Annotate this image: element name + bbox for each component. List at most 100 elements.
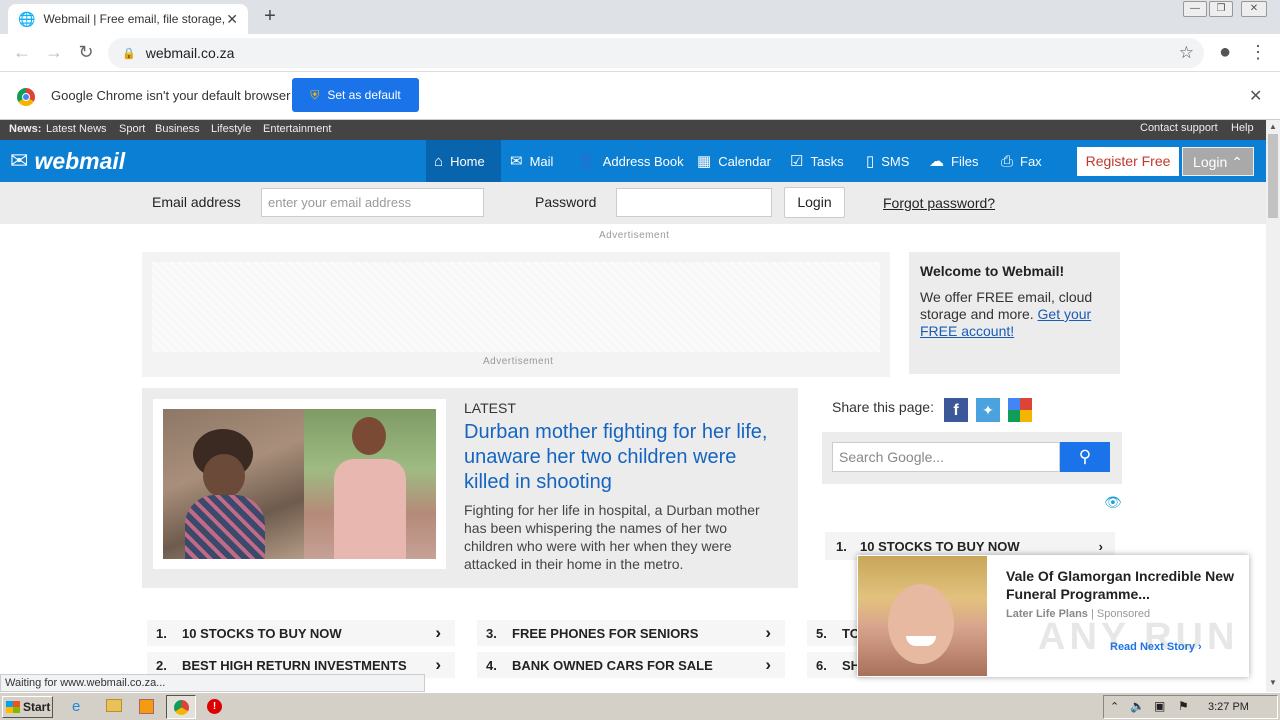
contact-support-link[interactable]: Contact support: [1140, 122, 1218, 134]
article-headline[interactable]: Durban mother fighting for her life, una…: [464, 420, 786, 495]
back-icon[interactable]: ←: [12, 42, 32, 62]
child-photo-right: [304, 409, 436, 559]
news-link-lifestyle[interactable]: Lifestyle: [211, 123, 251, 135]
nav-files[interactable]: ☁ Files: [929, 140, 978, 182]
register-free-button[interactable]: Register Free: [1077, 147, 1179, 176]
news-link-latest[interactable]: Latest News: [46, 123, 107, 135]
flag-icon[interactable]: ⚑: [1178, 699, 1189, 713]
page-scrollbar[interactable]: ▲ ▼: [1266, 120, 1280, 692]
list-number: 1.: [836, 538, 847, 554]
address-bar-row: ← → ↻ 🔒 webmail.co.za ☆ ● ⋮: [0, 34, 1280, 72]
search-button[interactable]: ⚲: [1060, 442, 1110, 472]
list-item[interactable]: 3. FREE PHONES FOR SENIORS ›: [477, 620, 785, 646]
chrome-taskbar-button[interactable]: [166, 695, 196, 719]
omnibox[interactable]: 🔒 webmail.co.za ☆: [108, 38, 1204, 68]
nav-sms[interactable]: ▯ SMS: [866, 140, 909, 182]
main-nav: ✉ webmail ⌂ Home ✉ Mail 👤 Address Book ▦ Cal…: [0, 140, 1266, 182]
list-text: 10 STOCKS TO BUY NOW: [860, 538, 1020, 554]
welcome-box: Welcome to Webmail! We offer FREE email,…: [909, 252, 1120, 374]
ad-banner-label: Advertisement: [483, 356, 554, 367]
tab-bar: 🌐 Webmail | Free email, file storage, s …: [0, 0, 1280, 34]
latest-article: LATEST Durban mother fighting for her li…: [142, 388, 798, 588]
default-browser-infobar: Google Chrome isn't your default browser…: [0, 72, 1280, 120]
media-player-icon[interactable]: [139, 699, 154, 714]
system-tray: ⌃ 🔈 ▣ ⚑ 3:27 PM: [1103, 695, 1278, 719]
password-input[interactable]: [616, 188, 772, 217]
paper-plane-icon: ✉: [10, 148, 29, 173]
twitter-icon[interactable]: ✦: [976, 398, 1000, 422]
restore-button[interactable]: ❐: [1209, 1, 1233, 17]
login-row: Email address enter your email address P…: [0, 182, 1266, 224]
search-icon: ⚲: [1078, 447, 1092, 466]
chevron-up-icon: ⌃: [1231, 154, 1243, 170]
menu-icon[interactable]: ⋮: [1248, 42, 1268, 62]
profile-icon[interactable]: ●: [1215, 42, 1235, 62]
nav-calendar[interactable]: ▦ Calendar: [697, 140, 771, 182]
scroll-up-icon[interactable]: ▲: [1269, 122, 1277, 131]
welcome-text-block: We offer FREE email, cloud storage and m…: [920, 289, 1109, 340]
folder-icon[interactable]: [106, 699, 122, 712]
reload-icon[interactable]: ↻: [76, 42, 96, 62]
clock[interactable]: 3:27 PM: [1208, 701, 1249, 713]
logo-text: webmail: [34, 147, 126, 174]
chevron-right-icon: ›: [765, 655, 771, 674]
ie-icon[interactable]: e: [72, 698, 80, 715]
nav-home-label: Home: [450, 153, 485, 169]
help-link[interactable]: Help: [1231, 122, 1254, 134]
news-link-entertainment[interactable]: Entertainment: [263, 123, 331, 135]
set-default-button[interactable]: ⛨ Set as default: [292, 78, 419, 112]
volume-icon[interactable]: 🔈: [1130, 699, 1145, 713]
list-item[interactable]: 1. 10 STOCKS TO BUY NOW ›: [147, 620, 455, 646]
forgot-password-link[interactable]: Forgot password?: [883, 195, 995, 211]
scroll-thumb[interactable]: [1268, 134, 1278, 218]
scroll-down-icon[interactable]: ▼: [1269, 678, 1277, 687]
article-image[interactable]: [153, 399, 446, 569]
minimize-button[interactable]: —: [1183, 1, 1207, 17]
tray-expand-icon[interactable]: ⌃: [1110, 700, 1119, 713]
search-input[interactable]: Search Google...: [832, 442, 1060, 472]
phone-icon: ▯: [866, 153, 875, 170]
calendar-icon: ▦: [697, 153, 712, 170]
nav-mail[interactable]: ✉ Mail: [510, 140, 553, 182]
welcome-title: Welcome to Webmail!: [920, 263, 1065, 279]
list-text: BEST HIGH RETURN INVESTMENTS: [182, 657, 407, 673]
webmail-logo[interactable]: ✉ webmail: [10, 147, 125, 175]
nav-mail-label: Mail: [529, 153, 554, 169]
login-toggle-label: Login: [1193, 154, 1228, 170]
adchoices-icon[interactable]: 👁: [1104, 494, 1122, 511]
chevron-right-icon: ›: [1098, 538, 1103, 554]
nav-home[interactable]: ⌂ Home: [426, 140, 501, 182]
list-number: 1.: [156, 625, 167, 641]
nav-tasks[interactable]: ☑ Tasks: [790, 140, 844, 182]
home-icon: ⌂: [434, 152, 444, 170]
chevron-right-icon: ›: [435, 655, 441, 674]
news-link-business[interactable]: Business: [155, 123, 200, 135]
close-window-button[interactable]: ✕: [1241, 1, 1267, 17]
nav-sms-label: SMS: [881, 153, 910, 169]
network-icon[interactable]: ▣: [1154, 699, 1165, 713]
new-tab-button[interactable]: +: [260, 6, 280, 26]
list-item[interactable]: 4. BANK OWNED CARS FOR SALE ›: [477, 652, 785, 678]
forward-icon[interactable]: →: [44, 42, 64, 62]
facebook-icon[interactable]: f: [944, 398, 968, 422]
browser-tab[interactable]: 🌐 Webmail | Free email, file storage, s …: [8, 4, 248, 34]
nav-fax[interactable]: ⎙ Fax: [1001, 140, 1042, 182]
nav-address-book[interactable]: 👤 Address Book: [577, 140, 684, 182]
close-tab-icon[interactable]: ✕: [226, 11, 238, 28]
password-label: Password: [535, 194, 597, 210]
news-link-sport[interactable]: Sport: [119, 123, 145, 135]
login-toggle-button[interactable]: Login ⌃: [1182, 147, 1254, 176]
search-box: Search Google... ⚲: [822, 432, 1122, 484]
ad-banner[interactable]: Advertisement: [142, 252, 890, 377]
close-infobar-icon[interactable]: ✕: [1249, 86, 1262, 106]
article-summary: Fighting for her life in hospital, a Dur…: [464, 502, 760, 572]
google-icon[interactable]: [1008, 398, 1032, 422]
login-button[interactable]: Login: [784, 187, 845, 218]
user-icon: 👤: [577, 153, 596, 170]
nav-address-book-label: Address Book: [602, 153, 684, 169]
star-icon[interactable]: ☆: [1179, 43, 1194, 63]
stop-icon[interactable]: !: [207, 699, 222, 714]
list-number: 3.: [486, 625, 497, 641]
email-input[interactable]: enter your email address: [261, 188, 484, 217]
start-button[interactable]: Start: [2, 696, 53, 718]
